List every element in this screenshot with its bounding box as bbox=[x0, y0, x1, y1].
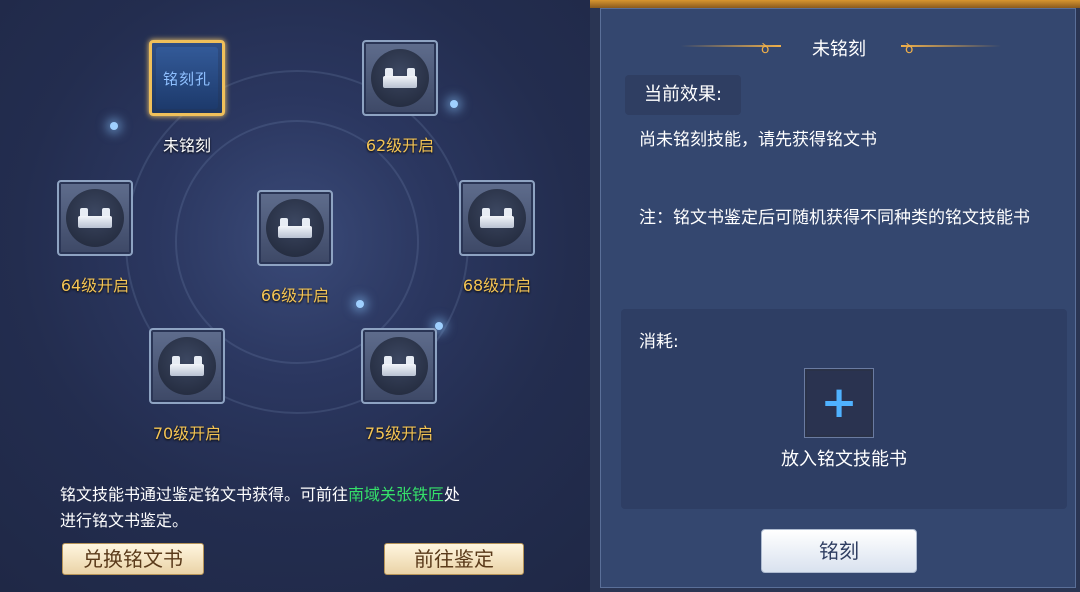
panel-title: 未铭刻 bbox=[812, 39, 866, 60]
inscription-hole: 铭刻孔 bbox=[156, 47, 218, 109]
blacksmith-link[interactable]: 南域关张铁匠 bbox=[348, 485, 444, 504]
locked-slot-68[interactable] bbox=[459, 180, 535, 256]
slot-label-unengraved: 未铭刻 bbox=[162, 136, 211, 155]
lock-icon bbox=[480, 208, 514, 228]
lock-icon bbox=[278, 218, 312, 238]
consume-label: 消耗: bbox=[639, 332, 679, 352]
info-text: 铭文技能书通过鉴定铭文书获得。可前往南域关张铁匠处 进行铭文书鉴定。 bbox=[60, 482, 560, 534]
inscription-slot-active[interactable]: 铭刻孔 bbox=[149, 40, 225, 116]
plus-icon: + bbox=[820, 377, 858, 428]
locked-slot-62[interactable] bbox=[362, 40, 438, 116]
info-line2: 进行铭文书鉴定。 bbox=[60, 511, 189, 530]
inscription-wheel-panel: 铭刻孔 未铭刻 62级开启 64级开启 66级开启 68级开启 70级开启 75… bbox=[0, 0, 590, 592]
appraise-button[interactable]: 前往鉴定 bbox=[384, 543, 524, 575]
inscription-hole-text: 铭刻孔 bbox=[162, 69, 211, 88]
slot-label-66: 66级开启 bbox=[260, 286, 330, 305]
lock-icon bbox=[78, 208, 112, 228]
locked-slot-70[interactable] bbox=[149, 328, 225, 404]
lock-icon bbox=[170, 356, 204, 376]
slot-label-62: 62级开启 bbox=[365, 136, 435, 155]
glow-dot bbox=[356, 300, 364, 308]
add-skill-book-slot[interactable]: + bbox=[805, 369, 873, 437]
exchange-button[interactable]: 兑换铭文书 bbox=[62, 543, 204, 575]
effect-text: 尚未铭刻技能，请先获得铭文书 bbox=[639, 130, 877, 150]
slot-label-68: 68级开启 bbox=[462, 276, 532, 295]
current-effect-tag: 当前效果: bbox=[625, 75, 741, 115]
locked-slot-75[interactable] bbox=[361, 328, 437, 404]
consume-box: 消耗: + 放入铭文技能书 bbox=[621, 309, 1067, 509]
slot-label-64: 64级开启 bbox=[60, 276, 130, 295]
detail-panel: ꝺ 未铭刻 ꝺ 当前效果: 尚未铭刻技能，请先获得铭文书 注：铭文书鉴定后可随机… bbox=[600, 8, 1076, 588]
slot-label-75: 75级开启 bbox=[364, 424, 434, 443]
locked-slot-64[interactable] bbox=[57, 180, 133, 256]
add-skill-book-label: 放入铭文技能书 bbox=[781, 449, 907, 470]
title-ornament-right bbox=[901, 45, 1001, 47]
slot-label-70: 70级开启 bbox=[152, 424, 222, 443]
curl-ornament-icon: ꝺ bbox=[905, 41, 914, 57]
lock-icon bbox=[383, 68, 417, 88]
locked-slot-66[interactable] bbox=[257, 190, 333, 266]
info-line1-suffix: 处 bbox=[444, 485, 461, 504]
note-text: 注：铭文书鉴定后可随机获得不同种类的铭文技能书 bbox=[639, 208, 1030, 228]
glow-dot bbox=[450, 100, 458, 108]
glow-dot bbox=[110, 122, 118, 130]
lock-icon bbox=[382, 356, 416, 376]
engrave-button[interactable]: 铭刻 bbox=[761, 529, 917, 573]
info-line1-prefix: 铭文技能书通过鉴定铭文书获得。可前往 bbox=[60, 485, 349, 504]
